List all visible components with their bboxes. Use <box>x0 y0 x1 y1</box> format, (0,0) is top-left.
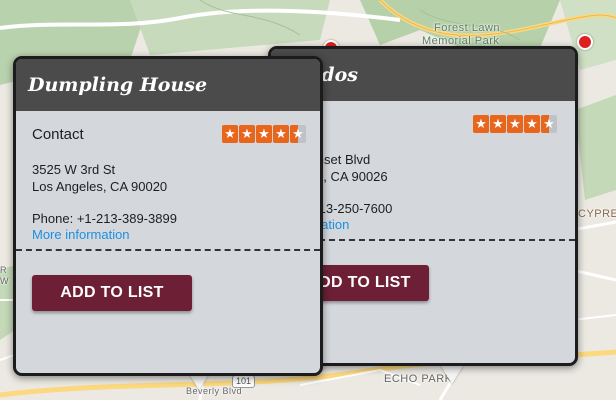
star-icon: ★ <box>273 125 289 143</box>
map-label-forest-lawn: Forest Lawn <box>434 22 501 34</box>
more-information-link[interactable]: More information <box>32 227 304 243</box>
address-line-1: 3525 W 3rd St <box>32 162 116 177</box>
place-title: Dumpling House <box>16 59 320 111</box>
add-to-list-button[interactable]: ADD TO LIST <box>32 275 192 311</box>
map-pin[interactable] <box>577 34 593 50</box>
star-icon: ★ <box>239 125 255 143</box>
rating-stars: ★ ★ ★ ★ ★ <box>473 115 557 133</box>
rating-stars: ★ ★ ★ ★ ★ <box>222 125 306 143</box>
star-icon: ★ <box>473 115 489 133</box>
phone-number: Phone: +1-213-389-3899 <box>32 211 177 226</box>
half-star-icon: ★ <box>290 125 306 143</box>
star-icon: ★ <box>222 125 238 143</box>
place-popup-card: Dumpling House Contact ★ ★ ★ ★ ★ 3525 W … <box>13 56 323 376</box>
map-label-cypress: CYPRE <box>578 208 616 220</box>
map-label-edge-r: R <box>0 265 7 275</box>
map-marker-pointer[interactable] <box>441 366 463 384</box>
half-star-icon: ★ <box>541 115 557 133</box>
address-line-1: W Sunset Blvd <box>285 152 371 167</box>
star-icon: ★ <box>490 115 506 133</box>
address-line-2: ngeles, CA 90026 <box>285 169 388 184</box>
star-icon: ★ <box>507 115 523 133</box>
phone-number: : +1-213-250-7600 <box>285 201 393 216</box>
address-block: W Sunset Blvd ngeles, CA 90026 <box>285 151 559 185</box>
star-icon: ★ <box>524 115 540 133</box>
address-block: 3525 W 3rd St Los Angeles, CA 90020 <box>32 161 304 195</box>
star-icon: ★ <box>256 125 272 143</box>
address-line-2: Los Angeles, CA 90020 <box>32 179 168 194</box>
contact-label: Contact <box>32 125 84 143</box>
more-information-link[interactable]: information <box>285 217 559 233</box>
map-label-edge-w: W <box>0 276 9 286</box>
route-shield: 101 <box>232 375 256 388</box>
dashed-divider <box>16 249 320 251</box>
